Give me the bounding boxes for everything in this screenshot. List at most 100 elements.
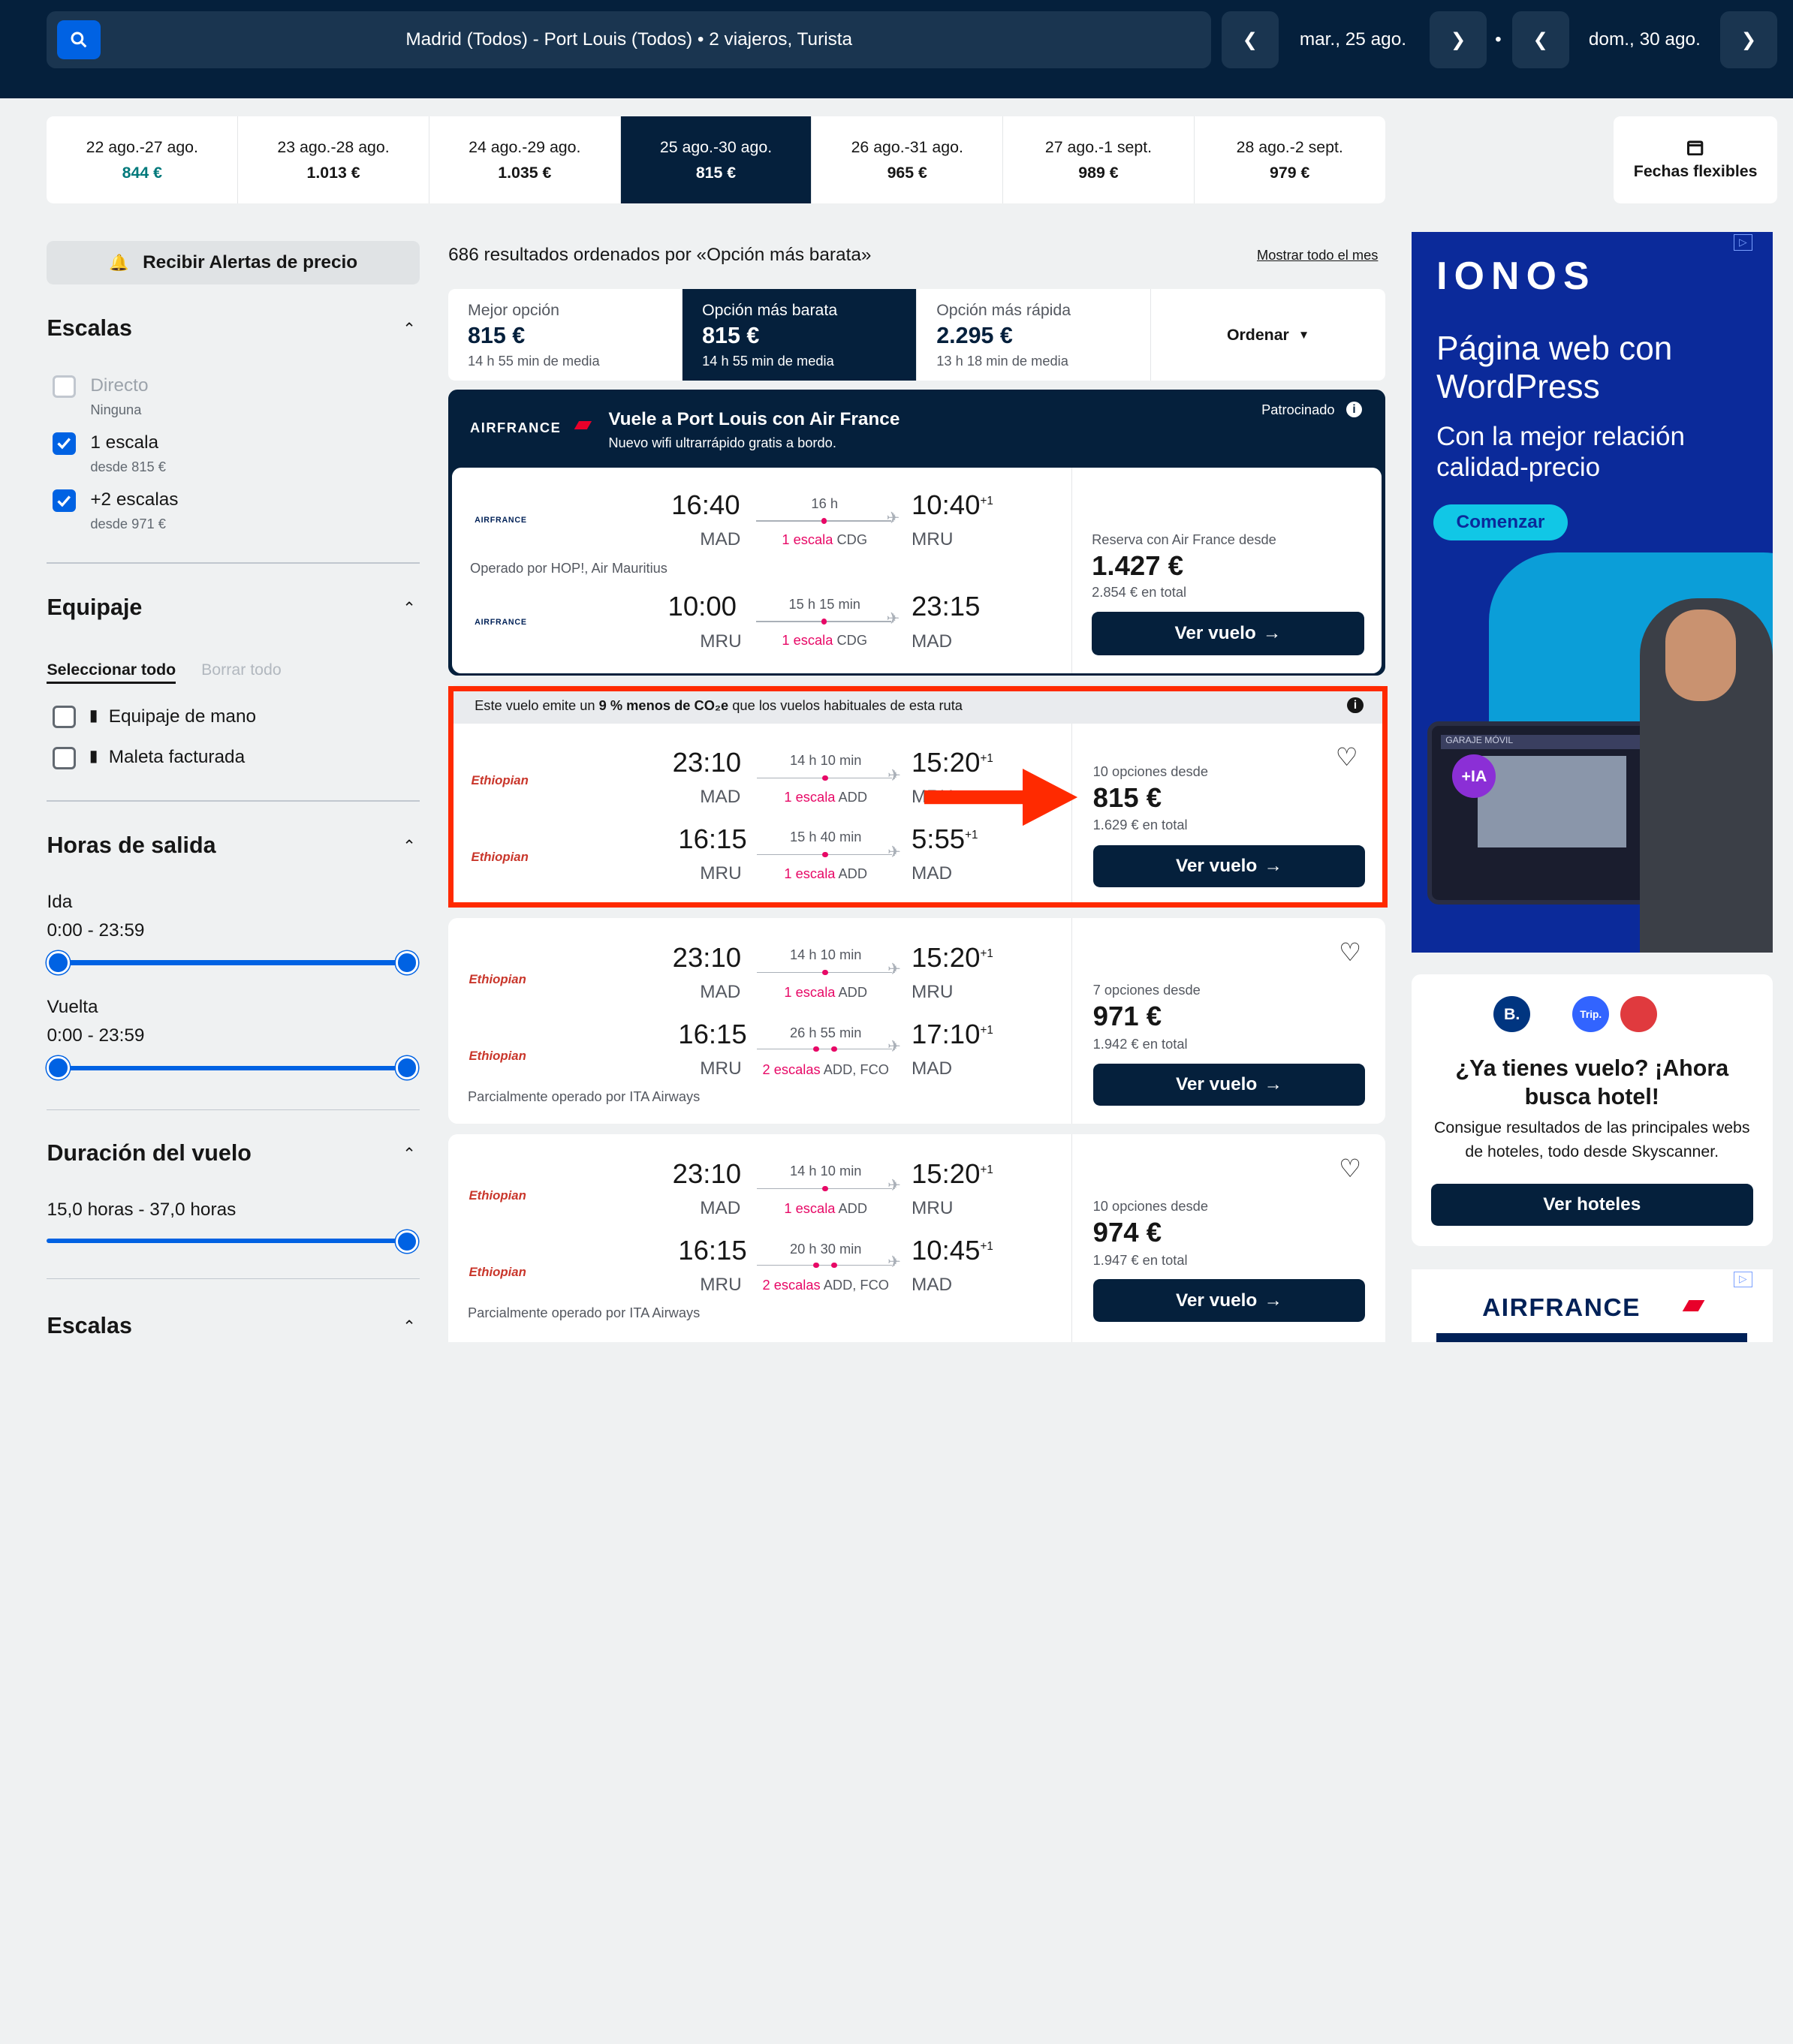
airline-logo: Ethiopian	[469, 1264, 526, 1279]
hotel-ad-title: ¿Ya tienes vuelo? ¡Ahora busca hotel!	[1455, 1055, 1729, 1110]
sort-tabs: Mejor opción 815 €14 h 55 min de media Op…	[448, 289, 1385, 381]
airfrance-stripe-icon	[1682, 1299, 1705, 1312]
plane-icon: ✈	[887, 1253, 901, 1272]
slider-handle-min[interactable]	[47, 1056, 70, 1079]
sponsored-flight[interactable]: AIRFRANCE 16:40 MAD 16 h ✈ 1 escala CDG …	[451, 467, 1382, 674]
airline-logo: Ethiopian	[469, 1188, 526, 1203]
ionos-headline: Página web con WordPress	[1436, 330, 1673, 406]
date-option-selected[interactable]: 25 ago.-30 ago. 815 €	[620, 116, 812, 204]
search-summary[interactable]: Madrid (Todos) - Port Louis (Todos) • 2 …	[47, 11, 1212, 69]
arrive-time: 10:45+1	[911, 1235, 993, 1266]
date-price-bar: 22 ago.-27 ago. 844 € 23 ago.-28 ago. 1.01…	[47, 116, 1385, 204]
search-summary-text[interactable]: Madrid (Todos) - Port Louis (Todos) • 2 …	[47, 11, 1211, 68]
ad-choices-icon[interactable]: ▷	[1734, 234, 1752, 251]
chevron-up-icon[interactable]: ⌃	[402, 837, 416, 856]
cabin-bag-checkbox[interactable]	[53, 705, 76, 729]
date-option[interactable]: 27 ago.-1 sept. 989 €	[1003, 116, 1195, 204]
heart-icon[interactable]: ♡	[1339, 938, 1361, 968]
price: 971 €	[1092, 1000, 1162, 1031]
tab-cheapest[interactable]: Opción más barata 815 €14 h 55 min de med…	[683, 289, 918, 381]
date-option[interactable]: 26 ago.-31 ago. 965 €	[812, 116, 1004, 204]
hotel-partner-logo	[1620, 995, 1658, 1033]
depart-airport: MAD	[700, 529, 741, 550]
arrive-time: 10:40+1	[911, 489, 993, 520]
show-month-link[interactable]: Mostrar todo el mes	[1257, 247, 1378, 263]
view-flight-button[interactable]: Ver vuelo →	[1092, 1063, 1366, 1106]
airfrance-ad[interactable]: ▷ AIRFRANCE	[1411, 1269, 1773, 1343]
chevron-up-icon[interactable]: ⌃	[402, 1317, 416, 1336]
flight-result[interactable]: Ethiopian 23:10 MAD 14 h 10 min ✈ 1 esca…	[448, 1134, 1385, 1343]
depart-airport: MRU	[700, 631, 742, 652]
prev-return-date-button[interactable]: ❮	[1511, 11, 1569, 69]
return-time-slider[interactable]	[58, 1065, 408, 1070]
flight-result[interactable]: Ethiopian 23:10 MAD 14 h 10 min ✈ 1 esca…	[448, 918, 1385, 1124]
view-flight-button[interactable]: Ver vuelo →	[1092, 611, 1364, 655]
depart-time: 23:10	[672, 942, 742, 974]
plane-icon: ✈	[887, 960, 901, 979]
duration-filter-title[interactable]: Duración del vuelo	[47, 1140, 251, 1166]
info-icon[interactable]: i	[1346, 401, 1363, 417]
return-date[interactable]: dom., 30 ago.	[1576, 11, 1713, 68]
ad-choices-icon[interactable]: ▷	[1734, 1271, 1752, 1288]
view-flight-button[interactable]: Ver vuelo →	[1092, 1279, 1366, 1322]
arrive-airport: MRU	[911, 529, 954, 550]
stop-dot	[821, 517, 827, 524]
sort-dropdown[interactable]: Ordenar ▼	[1151, 289, 1385, 381]
flexible-dates-button[interactable]: Fechas flexibles	[1614, 116, 1778, 204]
prev-depart-date-button[interactable]: ❮	[1221, 11, 1279, 69]
outbound-time-slider[interactable]	[58, 960, 408, 965]
stops-two-checkbox[interactable]	[53, 489, 76, 513]
chevron-up-icon[interactable]: ⌃	[402, 320, 416, 339]
sponsored-card: AIRFRANCE Vuele a Port Louis con Air Fra…	[448, 390, 1385, 676]
heart-icon[interactable]: ♡	[1339, 1154, 1361, 1184]
options-text: 7 opciones desde	[1092, 982, 1201, 998]
date-option[interactable]: 22 ago.-27 ago. 844 €	[47, 116, 239, 204]
date-option[interactable]: 24 ago.-29 ago. 1.035 €	[429, 116, 621, 204]
tab-best[interactable]: Mejor opción 815 €14 h 55 min de media	[448, 289, 683, 381]
stops-filter-title-2[interactable]: Escalas	[47, 1313, 131, 1339]
select-all-link[interactable]: Seleccionar todo	[47, 661, 176, 685]
calendar-icon	[1687, 140, 1704, 155]
duration-slider[interactable]	[47, 1238, 408, 1243]
arrive-airport: MAD	[911, 631, 953, 652]
checked-bag-icon: ▮	[89, 746, 98, 765]
duration: 16 h	[811, 495, 838, 511]
depart-airport: MRU	[700, 1058, 742, 1079]
slider-handle-max[interactable]	[396, 1230, 419, 1254]
total-price: 2.854 € en total	[1092, 584, 1187, 601]
chevron-up-icon[interactable]: ⌃	[402, 1145, 416, 1163]
price-alert-button[interactable]: 🔔 Recibir Alertas de precio	[47, 241, 420, 285]
stops-one-checkbox[interactable]	[53, 432, 76, 456]
clear-all-link[interactable]: Borrar todo	[201, 661, 282, 679]
stops-filter-title[interactable]: Escalas	[47, 315, 131, 342]
price: 1.427 €	[1092, 549, 1184, 581]
depart-time: 23:10	[672, 1157, 742, 1189]
ad-person-face	[1665, 609, 1737, 701]
arrow-right-icon: →	[1262, 622, 1282, 643]
ad-car-image	[1477, 755, 1626, 847]
stop-dot	[821, 619, 827, 625]
stops-direct-checkbox[interactable]	[53, 375, 76, 399]
slider-handle-min[interactable]	[47, 951, 70, 974]
stop-dot	[822, 969, 828, 976]
next-depart-date-button[interactable]: ❯	[1430, 11, 1487, 69]
checked-bag-checkbox[interactable]	[53, 746, 76, 770]
outbound-range: 0:00 - 23:59	[47, 920, 145, 941]
search-icon[interactable]	[57, 20, 101, 60]
chevron-up-icon[interactable]: ⌃	[402, 599, 416, 618]
departure-times-title[interactable]: Horas de salida	[47, 832, 215, 859]
trip-logo: Trip.	[1572, 995, 1610, 1033]
date-option[interactable]: 23 ago.-28 ago. 1.013 €	[238, 116, 429, 204]
date-option[interactable]: 28 ago.-2 sept. 979 €	[1195, 116, 1385, 203]
slider-handle-max[interactable]	[396, 951, 419, 974]
view-hotels-button[interactable]: Ver hoteles	[1430, 1183, 1754, 1226]
baggage-filter-title[interactable]: Equipaje	[47, 595, 142, 621]
ionos-ad[interactable]: IONOS ▷ Página web con WordPress Con la …	[1411, 232, 1773, 953]
slider-handle-max[interactable]	[396, 1056, 419, 1079]
next-return-date-button[interactable]: ❯	[1719, 11, 1778, 69]
depart-date[interactable]: mar., 25 ago.	[1285, 11, 1421, 68]
ionos-cta-button[interactable]: Comenzar	[1433, 504, 1568, 541]
options-text: 10 opciones desde	[1092, 1198, 1208, 1215]
tab-fastest[interactable]: Opción más rápida 2.295 €13 h 18 min de m…	[917, 289, 1152, 381]
arrive-time: 15:20+1	[911, 1157, 993, 1189]
